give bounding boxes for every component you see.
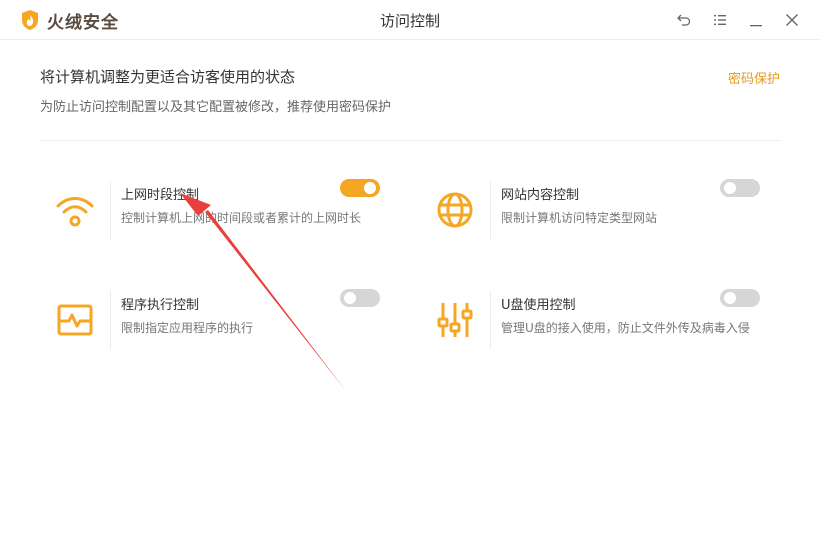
brand-name: 火绒安全	[47, 12, 119, 33]
wifi-icon	[40, 175, 110, 245]
page-subheading: 为防止访问控制配置以及其它配置被修改，推荐使用密码保护	[40, 100, 392, 115]
card-divider	[110, 181, 111, 239]
close-icon	[786, 14, 798, 26]
feature-card-internet-time: 上网时段控制 控制计算机上网的时间段或者累计的上网时长	[40, 175, 380, 245]
feature-title: U盘使用控制	[501, 298, 576, 313]
password-protection-link[interactable]: 密码保护	[728, 68, 780, 87]
card-divider	[490, 181, 491, 239]
feature-title: 程序执行控制	[121, 298, 200, 313]
sliders-icon	[420, 285, 490, 355]
feature-title: 网站内容控制	[501, 188, 580, 203]
toggle-knob	[724, 182, 736, 194]
feature-description: 管理U盘的接入使用，防止文件外传及病毒入侵	[501, 321, 750, 335]
menu-button[interactable]	[710, 10, 730, 30]
feature-description: 限制计算机访问特定类型网站	[501, 211, 658, 225]
feature-title: 上网时段控制	[121, 188, 200, 203]
flame-shield-icon	[22, 10, 38, 30]
header-divider	[40, 140, 780, 141]
globe-icon	[420, 175, 490, 245]
menu-list-icon	[714, 15, 726, 25]
back-button[interactable]	[674, 10, 694, 30]
program-execution-toggle[interactable]	[340, 289, 380, 307]
window-title: 访问控制	[379, 12, 440, 30]
website-content-toggle[interactable]	[720, 179, 760, 197]
close-button[interactable]	[782, 10, 802, 30]
toggle-knob	[344, 292, 356, 304]
feature-card-program-execution: 程序执行控制 限制指定应用程序的执行	[40, 285, 380, 355]
usb-control-toggle[interactable]	[720, 289, 760, 307]
internet-time-toggle[interactable]	[340, 179, 380, 197]
minimize-icon	[750, 25, 762, 27]
page-heading: 将计算机调整为更适合访客使用的状态	[40, 68, 296, 86]
feature-card-usb-control: U盘使用控制 管理U盘的接入使用，防止文件外传及病毒入侵	[420, 285, 760, 355]
toggle-knob	[724, 292, 736, 304]
card-divider	[110, 291, 111, 349]
feature-description: 限制指定应用程序的执行	[121, 321, 254, 335]
toggle-knob	[364, 182, 376, 194]
app-logo: 火绒安全	[20, 8, 119, 33]
feature-description: 控制计算机上网的时间段或者累计的上网时长	[121, 211, 362, 225]
card-divider	[490, 291, 491, 349]
undo-icon	[677, 14, 691, 26]
feature-card-website-content: 网站内容控制 限制计算机访问特定类型网站	[420, 175, 760, 245]
monitor-pulse-icon	[40, 285, 110, 355]
title-bar: 火绒安全 访问控制	[0, 0, 820, 40]
minimize-button[interactable]	[746, 10, 766, 30]
